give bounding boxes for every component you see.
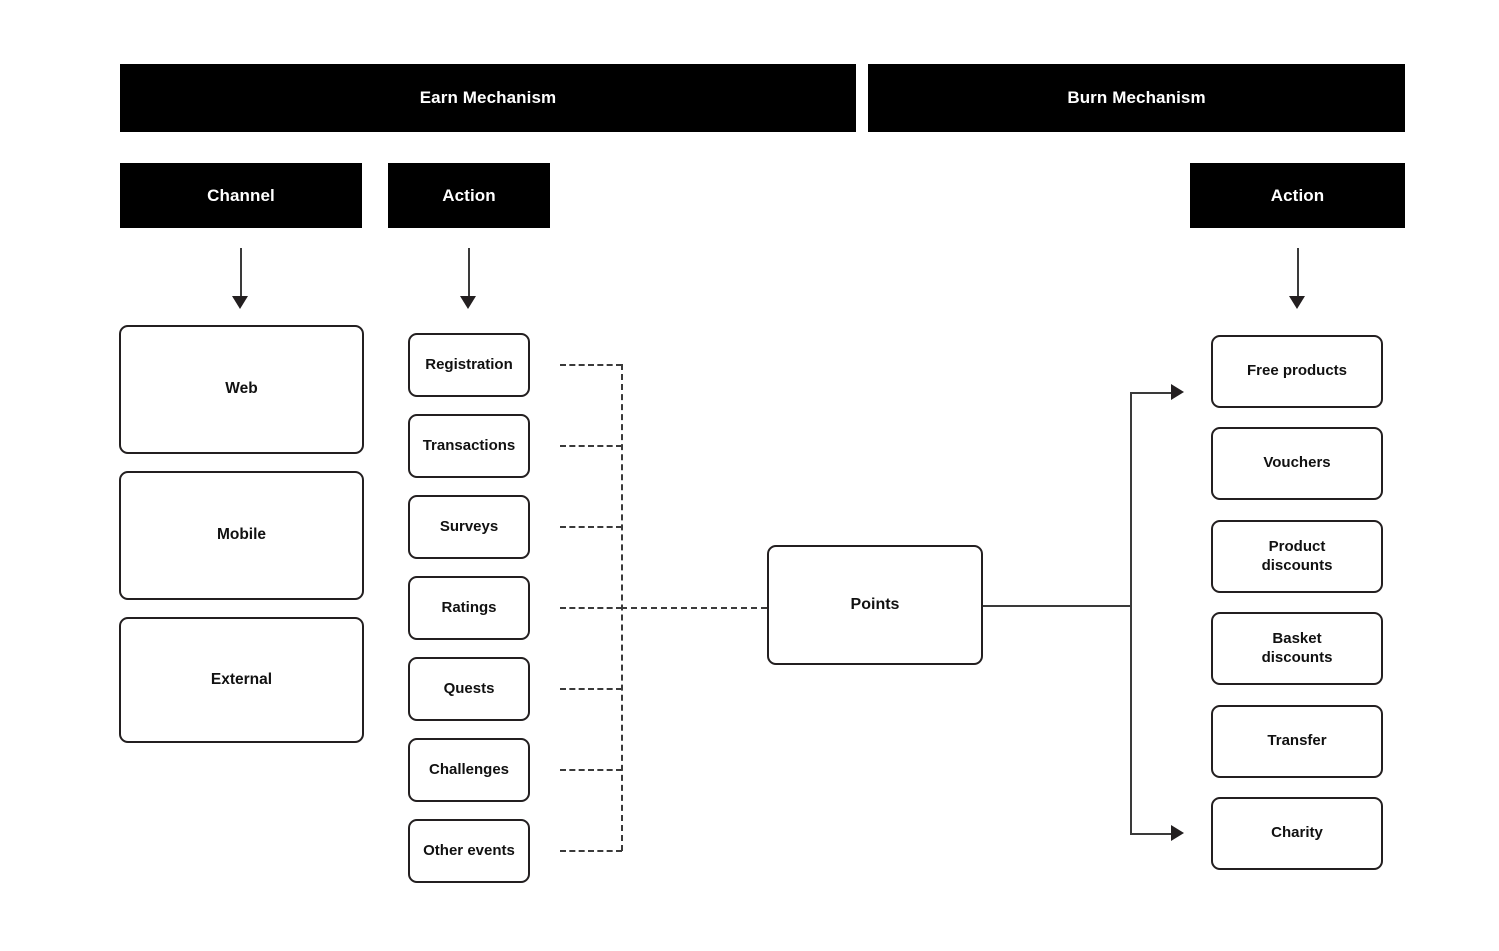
burn-action-node-charity-label: Charity [1271, 824, 1323, 842]
connector-burn-action-to-list-line [1297, 248, 1299, 298]
banner-earn-action-label: Action [442, 185, 496, 205]
connector-earn-action-to-list-line [468, 248, 470, 298]
banner-burn-action-label: Action [1270, 185, 1325, 205]
earn-action-node-registration-label: Registration [425, 355, 513, 373]
burn-action-node-transfer-label: Transfer [1267, 732, 1327, 750]
earn-collector-to-points-line [621, 607, 767, 609]
burn-action-node-product-discounts[interactable]: Product discounts [1211, 520, 1383, 593]
channel-node-mobile[interactable]: Mobile [119, 471, 364, 600]
earn-action-node-surveys[interactable]: Surveys [408, 495, 530, 559]
points-node[interactable]: Points [767, 545, 983, 665]
banner-earn-channel: Channel [120, 163, 362, 228]
earn-action-node-surveys-label: Surveys [439, 517, 499, 535]
banner-earn-action: Action [388, 163, 550, 228]
earn-collector-stub-surveys [560, 526, 622, 528]
connector-channel-to-web-arrowhead [232, 296, 248, 309]
connector-burn-action-to-list-arrowhead [1289, 296, 1305, 309]
earn-collector-stub-registration [560, 364, 622, 366]
banner-burn-mechanism: Burn Mechanism [868, 64, 1405, 132]
earn-collector-stub-quests [560, 688, 622, 690]
burn-action-node-free-products-label: Free products [1246, 362, 1348, 380]
earn-action-node-ratings[interactable]: Ratings [408, 576, 530, 640]
channel-node-web[interactable]: Web [119, 325, 364, 454]
burn-branch-top-line [1130, 392, 1172, 394]
burn-action-node-transfer[interactable]: Transfer [1211, 705, 1383, 778]
connector-channel-to-web-line [240, 248, 242, 298]
diagram-canvas: Earn Mechanism Burn Mechanism Channel Ac… [0, 0, 1499, 951]
burn-branch-bottom-arrowhead [1171, 825, 1184, 841]
channel-node-web-label: Web [225, 380, 258, 398]
burn-action-node-charity[interactable]: Charity [1211, 797, 1383, 870]
earn-action-node-challenges-label: Challenges [428, 760, 510, 778]
points-to-burn-stem [983, 605, 1131, 607]
earn-action-node-other-events-label: Other events [423, 841, 515, 859]
connector-earn-action-to-list-arrowhead [460, 296, 476, 309]
burn-distribution-spine [1130, 392, 1132, 833]
earn-action-node-challenges[interactable]: Challenges [408, 738, 530, 802]
earn-collector-stub-ratings [560, 607, 622, 609]
burn-action-node-vouchers-label: Vouchers [1263, 454, 1331, 472]
channel-node-external[interactable]: External [119, 617, 364, 743]
earn-collector-stub-challenges [560, 769, 622, 771]
earn-collector-stub-transactions [560, 445, 622, 447]
earn-action-node-quests[interactable]: Quests [408, 657, 530, 721]
earn-action-node-ratings-label: Ratings [441, 598, 497, 616]
channel-node-external-label: External [210, 670, 273, 688]
earn-collector-stub-other-events [560, 850, 622, 852]
banner-earn-mechanism-label: Earn Mechanism [419, 88, 557, 107]
earn-action-node-transactions[interactable]: Transactions [408, 414, 530, 478]
banner-burn-mechanism-label: Burn Mechanism [1067, 88, 1206, 107]
burn-action-node-free-products[interactable]: Free products [1211, 335, 1383, 408]
burn-branch-bottom-line [1130, 833, 1172, 835]
earn-action-node-registration[interactable]: Registration [408, 333, 530, 397]
banner-burn-action: Action [1190, 163, 1405, 228]
banner-earn-mechanism: Earn Mechanism [120, 64, 856, 132]
channel-node-mobile-label: Mobile [216, 526, 267, 544]
burn-action-node-basket-discounts-label: Basket discounts [1261, 630, 1333, 666]
burn-action-node-product-discounts-label: Product discounts [1261, 538, 1333, 574]
burn-action-node-vouchers[interactable]: Vouchers [1211, 427, 1383, 500]
earn-action-node-quests-label: Quests [443, 679, 495, 697]
points-node-label: Points [850, 596, 900, 614]
burn-action-node-basket-discounts[interactable]: Basket discounts [1211, 612, 1383, 685]
earn-action-node-transactions-label: Transactions [422, 436, 516, 454]
burn-branch-top-arrowhead [1171, 384, 1184, 400]
banner-earn-channel-label: Channel [207, 185, 275, 205]
earn-action-node-other-events[interactable]: Other events [408, 819, 530, 883]
